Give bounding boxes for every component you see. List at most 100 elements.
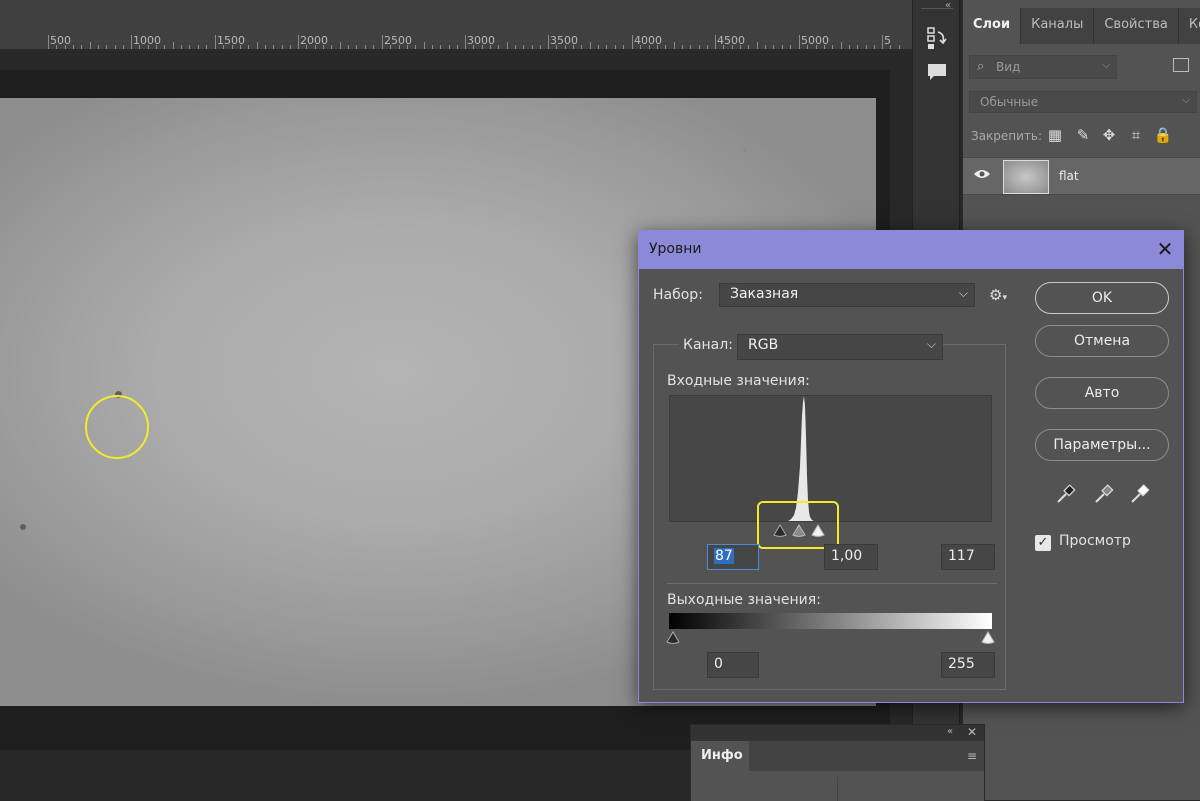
lock-position-icon[interactable]: ✥ <box>1099 125 1119 145</box>
ruler-tick <box>748 45 749 49</box>
chevron-down-icon: ⌵ <box>1182 95 1190 106</box>
input-black-slider <box>773 524 787 537</box>
ruler-tick <box>490 45 491 49</box>
ruler-tick <box>81 45 82 49</box>
ruler-tick <box>390 45 391 49</box>
ruler-tick <box>348 45 349 49</box>
ruler-tick <box>740 45 741 49</box>
white-point-eyedropper-icon[interactable] <box>1129 483 1151 505</box>
ruler-tick <box>323 45 324 49</box>
ruler-tick <box>232 45 233 49</box>
panel-tabs: Слои Каналы Свойства Корр <box>963 8 1200 44</box>
info-panel-header: « ✕ <box>691 725 984 741</box>
tab-channels[interactable]: Каналы <box>1021 8 1095 44</box>
close-icon[interactable]: ✕ <box>1153 237 1177 261</box>
ruler-tick <box>790 45 791 49</box>
ruler-tick <box>106 45 107 49</box>
ruler-tick <box>290 45 291 49</box>
preset-select[interactable]: Заказная ⌵ <box>719 283 975 307</box>
ruler-tick <box>473 45 474 49</box>
layer-name[interactable]: flat <box>1059 169 1079 183</box>
ruler-tick <box>248 45 249 49</box>
ruler-tick <box>407 45 408 49</box>
tab-adjustments[interactable]: Корр <box>1179 8 1200 44</box>
ruler-tick <box>849 45 850 49</box>
ruler-tick <box>181 45 182 49</box>
ruler-tick <box>156 45 157 49</box>
ruler-tick <box>657 45 658 49</box>
options-button[interactable]: Параметры... <box>1035 429 1169 461</box>
lock-label: Закрепить: <box>971 129 1043 143</box>
input-black-value: 87 <box>714 548 734 564</box>
dust-spot <box>743 148 747 152</box>
ruler-tick <box>665 45 666 49</box>
ruler-tick <box>515 45 516 49</box>
ruler-tick <box>131 35 132 49</box>
output-sliders <box>666 631 995 644</box>
lock-artboard-icon[interactable]: ⌗ <box>1126 125 1146 145</box>
tab-info[interactable]: Инфо <box>691 741 749 771</box>
ruler-tick <box>598 45 599 49</box>
ruler-tick <box>315 45 316 49</box>
ruler-tick <box>48 35 49 49</box>
channel-label: Канал: <box>679 337 737 353</box>
cancel-button[interactable]: Отмена <box>1035 325 1169 357</box>
ruler-tick <box>532 45 533 49</box>
layer-thumbnail[interactable] <box>1003 160 1049 194</box>
info-panel: « ✕ Инфо ≡ <box>690 724 985 801</box>
auto-button[interactable]: Авто <box>1035 377 1169 409</box>
preview-checkbox[interactable]: ✓ <box>1035 535 1051 551</box>
ruler-tick <box>699 45 700 49</box>
preset-label: Набор: <box>653 287 703 303</box>
tab-properties[interactable]: Свойства <box>1094 8 1179 44</box>
info-divider <box>837 777 838 801</box>
ruler-tick <box>424 42 425 49</box>
lock-all-icon[interactable]: 🔒 <box>1153 125 1173 145</box>
section-divider <box>667 583 997 584</box>
output-white-field[interactable]: 255 <box>941 652 995 678</box>
black-point-eyedropper-icon[interactable] <box>1055 483 1077 505</box>
ruler-tick <box>674 42 675 49</box>
gear-icon[interactable]: ⚙▾ <box>989 286 1007 304</box>
ruler-tick <box>723 45 724 49</box>
ruler-tick <box>365 45 366 49</box>
channel-select[interactable]: RGB ⌵ <box>737 334 943 360</box>
ruler-tick <box>198 45 199 49</box>
close-icon[interactable]: ✕ <box>967 725 977 739</box>
ruler-tick <box>882 35 883 49</box>
lock-transparency-icon[interactable]: ▦ <box>1045 125 1065 145</box>
ruler-tick <box>90 42 91 49</box>
ruler-tick <box>215 35 216 49</box>
eye-icon[interactable] <box>973 168 991 184</box>
collapse-icon[interactable]: « <box>947 726 953 737</box>
ruler-tick <box>482 45 483 49</box>
ruler-tick <box>415 45 416 49</box>
ruler-tick <box>306 45 307 49</box>
ruler-tick <box>899 45 900 49</box>
comments-icon[interactable] <box>925 60 949 84</box>
ok-button[interactable]: OK <box>1035 282 1169 314</box>
output-black-field[interactable]: 0 <box>707 652 759 678</box>
ruler-tick <box>824 45 825 49</box>
dialog-titlebar[interactable]: Уровни ✕ <box>639 231 1183 269</box>
ruler-tick <box>298 35 299 49</box>
ruler-tick <box>240 45 241 49</box>
ruler-tick <box>273 45 274 49</box>
lock-brush-icon[interactable]: ✎ <box>1073 125 1093 145</box>
horizontal-ruler: 500 1000 1500 2000 2500 3000 3500 4000 4500 5000 5 <box>0 0 912 50</box>
ruler-tick <box>356 45 357 49</box>
input-gamma-field[interactable]: 1,00 <box>824 544 878 570</box>
image-filter-icon[interactable] <box>1173 58 1189 72</box>
info-panel-body <box>691 771 984 801</box>
ruler-tick <box>707 45 708 49</box>
tab-layers[interactable]: Слои <box>963 8 1022 44</box>
blend-mode-select[interactable]: Обычные ⌵ <box>969 91 1197 113</box>
ruler-label: 500 <box>50 34 71 47</box>
history-icon[interactable] <box>925 26 949 50</box>
input-black-field[interactable]: 87 <box>707 544 759 570</box>
input-white-field[interactable]: 117 <box>941 544 995 570</box>
panel-menu-icon[interactable]: ≡ <box>967 749 977 763</box>
layer-row[interactable]: flat <box>963 157 1200 195</box>
layer-filter-select[interactable]: ⌕ Вид ⌵ <box>969 55 1117 79</box>
gray-point-eyedropper-icon[interactable] <box>1093 483 1115 505</box>
